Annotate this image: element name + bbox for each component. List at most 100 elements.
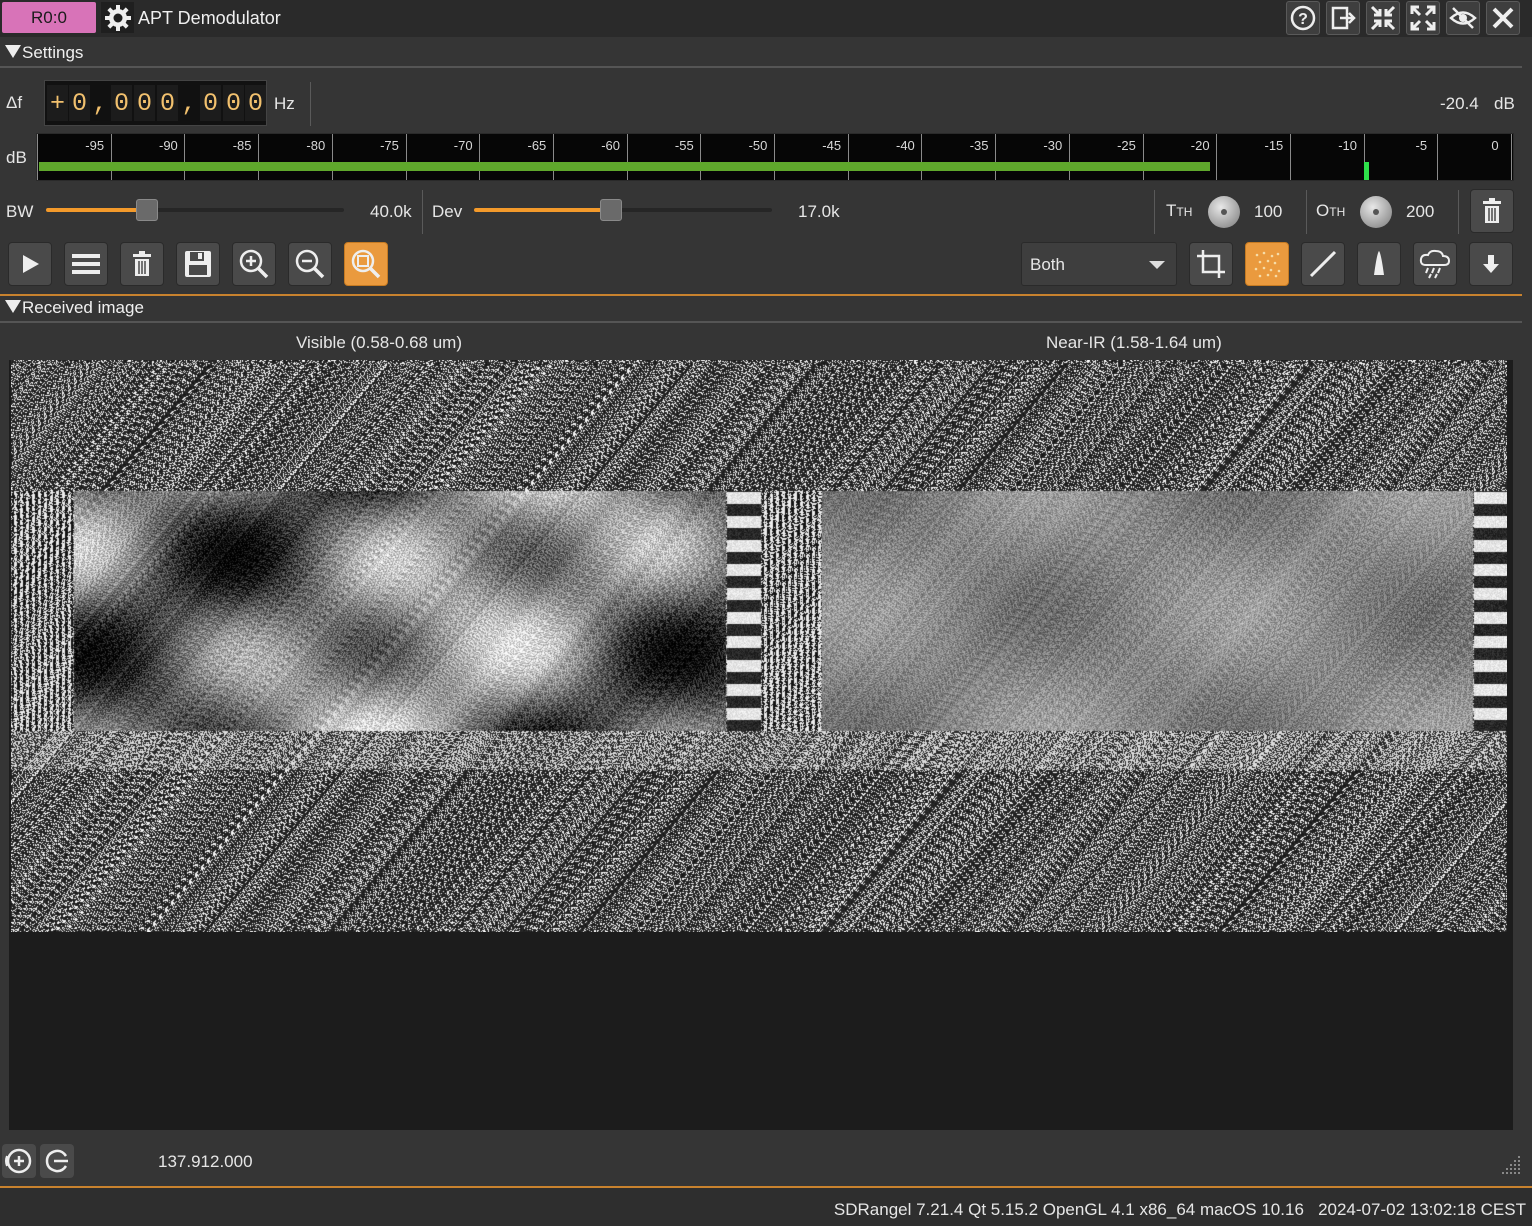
dev-slider[interactable] <box>474 208 772 212</box>
freq-digit[interactable]: 0 <box>111 85 132 121</box>
separator <box>1458 190 1459 234</box>
zoom-out-icon <box>295 249 325 279</box>
meter-tick-label: -25 <box>1117 138 1136 153</box>
delta-f-label: Δf <box>6 93 23 112</box>
freq-digit[interactable]: 0 <box>223 85 244 121</box>
meter-tick <box>479 134 481 180</box>
channel-link-icon <box>45 1149 68 1173</box>
meter-tick <box>331 134 333 180</box>
dev-slider-fill <box>474 208 612 212</box>
bw-slider[interactable] <box>46 208 344 212</box>
diagonal-line-icon <box>1309 250 1337 278</box>
duplicate-channel-button[interactable] <box>40 1144 74 1178</box>
zoom-fit-button[interactable] <box>344 242 388 286</box>
maximize-icon[interactable] <box>1406 1 1440 35</box>
meter-tick-label: -45 <box>822 138 842 153</box>
meter-tick <box>258 134 260 180</box>
received-image-section-header[interactable]: Received image <box>0 295 1522 323</box>
meter-tick <box>552 134 554 180</box>
meter-tick-label: -40 <box>895 138 915 153</box>
status-text: SDRangel 7.21.4 Qt 5.15.2 OpenGL 4.1 x86… <box>833 1200 1526 1219</box>
trash-icon <box>133 251 151 276</box>
hide-icon[interactable] <box>1446 1 1480 35</box>
zoom-in-button[interactable] <box>232 242 276 286</box>
help-icon[interactable]: ? <box>1286 1 1320 35</box>
channel-index-badge[interactable]: R0:0 <box>2 2 96 33</box>
window-title: APT Demodulator <box>138 8 281 28</box>
clear-image-button[interactable] <box>120 242 164 286</box>
settings-section-label: Settings <box>22 43 84 62</box>
meter-tick-label: -60 <box>601 138 620 153</box>
dev-label: Dev <box>432 202 463 221</box>
stream-index-button[interactable] <box>2 1144 36 1178</box>
meter-tick-label: -75 <box>380 138 399 153</box>
settings-section-header[interactable]: Settings <box>0 40 1522 68</box>
svg-text:?: ? <box>1298 11 1308 28</box>
meter-tick-label: -80 <box>306 138 326 153</box>
close-icon[interactable] <box>1486 1 1520 35</box>
freq-digit[interactable]: + <box>47 85 68 121</box>
tth-label-main: T <box>1166 201 1177 220</box>
reset-trash-button[interactable] <box>1470 189 1514 233</box>
meter-tick <box>995 134 997 180</box>
tth-knob[interactable] <box>1208 196 1240 228</box>
meter-tick <box>110 134 112 180</box>
move-to-workspace-icon[interactable] <box>1326 1 1360 35</box>
left-channel-label: Visible (0.58-0.68 um) <box>296 333 462 352</box>
save-image-button[interactable] <box>176 242 220 286</box>
received-image-section-label: Received image <box>22 298 144 317</box>
freq-digit[interactable]: 0 <box>245 85 266 121</box>
freq-digit[interactable]: 0 <box>157 85 178 121</box>
precipitation-button[interactable] <box>1413 242 1457 286</box>
separator <box>1306 190 1307 234</box>
meter-tick <box>37 134 38 180</box>
meter-tick <box>847 134 849 180</box>
scroll-to-bottom-button[interactable] <box>1469 242 1513 286</box>
meter-tick <box>921 134 923 180</box>
meter-tick-label: -20 <box>1190 138 1210 153</box>
trash-icon <box>1483 198 1501 223</box>
oth-knob[interactable] <box>1360 196 1392 228</box>
add-channel-icon <box>5 1148 32 1174</box>
apt-image <box>11 360 1507 932</box>
start-decoding-button[interactable] <box>8 242 52 286</box>
separator <box>422 190 423 234</box>
received-image-view[interactable] <box>9 360 1513 1130</box>
meter-tick-label: -85 <box>232 138 252 153</box>
zoom-fit-icon <box>351 249 381 279</box>
shrink-icon[interactable] <box>1366 1 1400 35</box>
denoise-button[interactable] <box>1245 242 1289 286</box>
tth-label-sub: TH <box>1176 205 1193 219</box>
meter-tick-label: -50 <box>748 138 768 153</box>
histogram-icon <box>1365 251 1393 275</box>
meter-tick <box>700 134 702 180</box>
tth-value: 100 <box>1254 202 1283 221</box>
meter-tick <box>1216 134 1218 180</box>
rain-cloud-icon <box>1419 249 1451 279</box>
resize-grip-icon[interactable] <box>1494 1152 1522 1180</box>
frequency-offset-dial[interactable]: + 0 , 0 0 0 , 0 0 0 <box>44 80 267 126</box>
dev-slider-handle[interactable] <box>600 199 623 221</box>
oth-label-main: O <box>1316 201 1330 220</box>
signal-level-meter: -95 -90 -85 -80 -75 -70 -65 -60 -55 -50 -45 -40 -35-… <box>36 133 1514 181</box>
histogram-equalization-button[interactable] <box>1357 242 1401 286</box>
gear-icon[interactable] <box>101 2 134 33</box>
freq-digit[interactable]: 0 <box>134 85 155 121</box>
channels-select[interactable]: Both <box>1021 242 1177 286</box>
meter-tick <box>1437 134 1439 180</box>
meter-tick-label: 0 <box>1491 138 1499 153</box>
meter-tick <box>1289 134 1291 180</box>
meter-tick-label: -35 <box>969 138 989 153</box>
meter-tick <box>184 134 186 180</box>
linear-equalization-button[interactable] <box>1301 242 1345 286</box>
meter-level-bar <box>39 162 1211 171</box>
show-settings-button[interactable] <box>64 242 108 286</box>
crop-noise-button[interactable] <box>1189 242 1233 286</box>
freq-digit[interactable]: 0 <box>200 85 221 121</box>
bw-slider-handle[interactable] <box>136 199 159 221</box>
meter-tick-label: -65 <box>527 138 547 153</box>
zoom-out-button[interactable] <box>288 242 332 286</box>
floppy-disk-icon <box>185 251 211 277</box>
center-frequency-value: 137.912.000 <box>158 1152 253 1171</box>
freq-digit[interactable]: 0 <box>69 85 90 121</box>
